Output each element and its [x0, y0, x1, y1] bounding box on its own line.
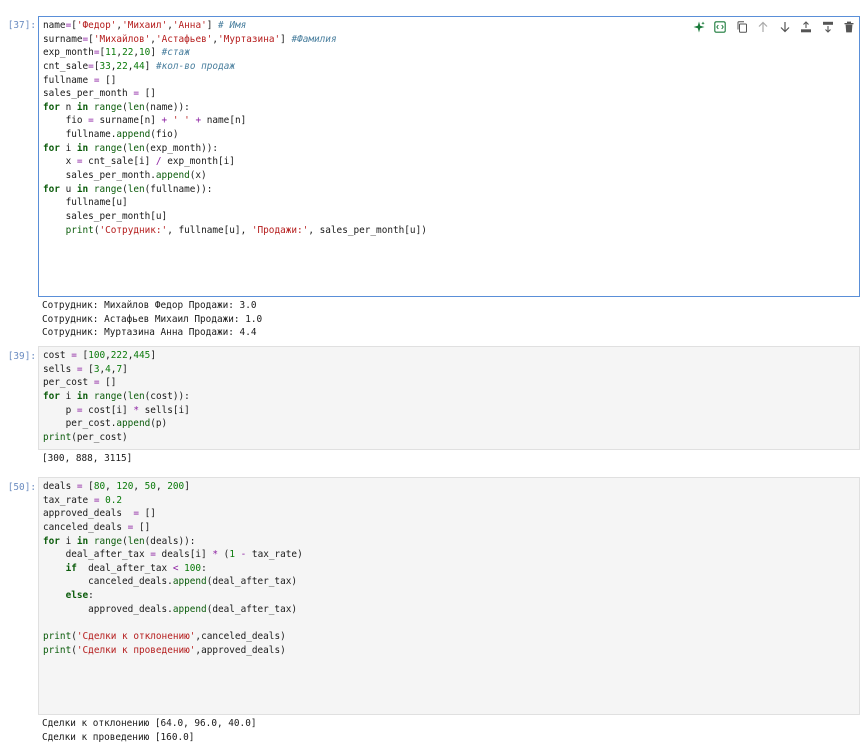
- output-line: Сотрудник: Михайлов Федор Продажи: 3.0: [42, 300, 257, 311]
- code-line: fullname = []: [43, 74, 117, 86]
- cell-prompt: [50]:: [7, 482, 36, 493]
- code-line: fullname.append(fio): [43, 129, 179, 141]
- code-line: tax_rate = 0.2: [43, 494, 123, 506]
- code-editor[interactable]: deals = [80, 120, 50, 200] tax_rate = 0.2…: [39, 478, 859, 657]
- code-line: cost = [100,222,445]: [43, 350, 156, 361]
- code-line: per_cost = []: [43, 377, 117, 389]
- delete-icon[interactable]: [839, 18, 861, 36]
- code-line: for i in range(len(exp_month)):: [43, 142, 219, 154]
- code-line: for i in range(len(cost)):: [43, 390, 190, 402]
- code-line: print('Сделки к отклонению',canceled_dea…: [43, 631, 286, 643]
- code-line: exp_month=[11,22,10] #стаж: [43, 47, 190, 59]
- output-line: [300, 888, 3115]: [42, 453, 133, 464]
- cell-toolbar: [688, 18, 860, 36]
- arrow-down-icon[interactable]: [774, 18, 796, 36]
- code-line: else:: [65, 590, 94, 602]
- insert-below-icon[interactable]: [817, 18, 839, 36]
- code-line: sales_per_month = []: [43, 88, 156, 100]
- cell-prompt: [37]:: [7, 20, 36, 31]
- cell-output: Сделки к отклонению [64.0, 96.0, 40.0] Сд…: [38, 717, 256, 744]
- code-line: print('Сделки к проведению',approved_dea…: [43, 644, 286, 656]
- output-line: Сделки к проведению [160.0]: [42, 731, 195, 743]
- code-line: canceled_deals = []: [43, 521, 151, 533]
- insert-above-icon[interactable]: [796, 18, 818, 36]
- code-line: if deal_after_tax < 100:: [65, 562, 207, 574]
- copy-icon[interactable]: [731, 18, 753, 36]
- code-line: fullname[u]: [43, 197, 128, 209]
- code-line: print(per_cost): [43, 431, 128, 443]
- code-line: for u in range(len(fullname)):: [43, 183, 213, 195]
- code-line: sales_per_month.append(x): [43, 170, 207, 182]
- code-line: x = cnt_sale[i] / exp_month[i]: [43, 156, 235, 168]
- cell-output: [300, 888, 3115]: [38, 452, 132, 466]
- code-line: ​: [43, 616, 859, 630]
- code-line: cnt_sale=[33,22,44] #кол-во продаж: [43, 60, 235, 72]
- code-line: approved_deals.append(deal_after_tax): [43, 603, 298, 615]
- code-line: print('Сотрудник:', fullname[u], 'Продаж…: [65, 224, 427, 236]
- code-line: for n in range(len(name)):: [43, 101, 190, 113]
- code-line: canceled_deals.append(deal_after_tax): [43, 576, 298, 588]
- sparkle-icon[interactable]: [688, 18, 710, 36]
- code-editor[interactable]: cost = [100,222,445] sells = [3,4,7] per_c…: [39, 347, 859, 444]
- code-icon[interactable]: [710, 18, 732, 36]
- code-line: sales_per_month[u]: [43, 210, 168, 222]
- arrow-up-icon[interactable]: [753, 18, 775, 36]
- code-editor[interactable]: name=['Федор','Михаил','Анна'] # Имя surn…: [39, 17, 859, 237]
- output-line: Сотрудник: Астафьев Михаил Продажи: 1.0: [42, 313, 263, 325]
- code-cell-input[interactable]: name=['Федор','Михаил','Анна'] # Имя surn…: [38, 16, 860, 297]
- cell-output: Сотрудник: Михайлов Федор Продажи: 3.0 Со…: [38, 299, 262, 340]
- code-line: for i in range(len(deals)):: [43, 535, 196, 547]
- code-line: deals = [80, 120, 50, 200]: [43, 481, 190, 492]
- code-line: fio = surname[n] + ' ' + name[n]: [43, 115, 247, 127]
- output-line: Сделки к отклонению [64.0, 96.0, 40.0]: [42, 718, 257, 729]
- cell-prompt: [39]:: [7, 351, 36, 362]
- code-line: p = cost[i] * sells[i]: [43, 404, 190, 416]
- code-line: per_cost.append(p): [43, 418, 168, 430]
- code-cell-input[interactable]: deals = [80, 120, 50, 200] tax_rate = 0.2…: [38, 477, 860, 715]
- code-line: approved_deals = []: [43, 508, 156, 520]
- code-cell-input[interactable]: cost = [100,222,445] sells = [3,4,7] per_c…: [38, 346, 860, 450]
- code-line: deal_after_tax = deals[i] * (1 - tax_rat…: [43, 549, 303, 561]
- output-line: Сотрудник: Муртазина Анна Продажи: 4.4: [42, 327, 257, 339]
- code-line: sells = [3,4,7]: [43, 363, 128, 375]
